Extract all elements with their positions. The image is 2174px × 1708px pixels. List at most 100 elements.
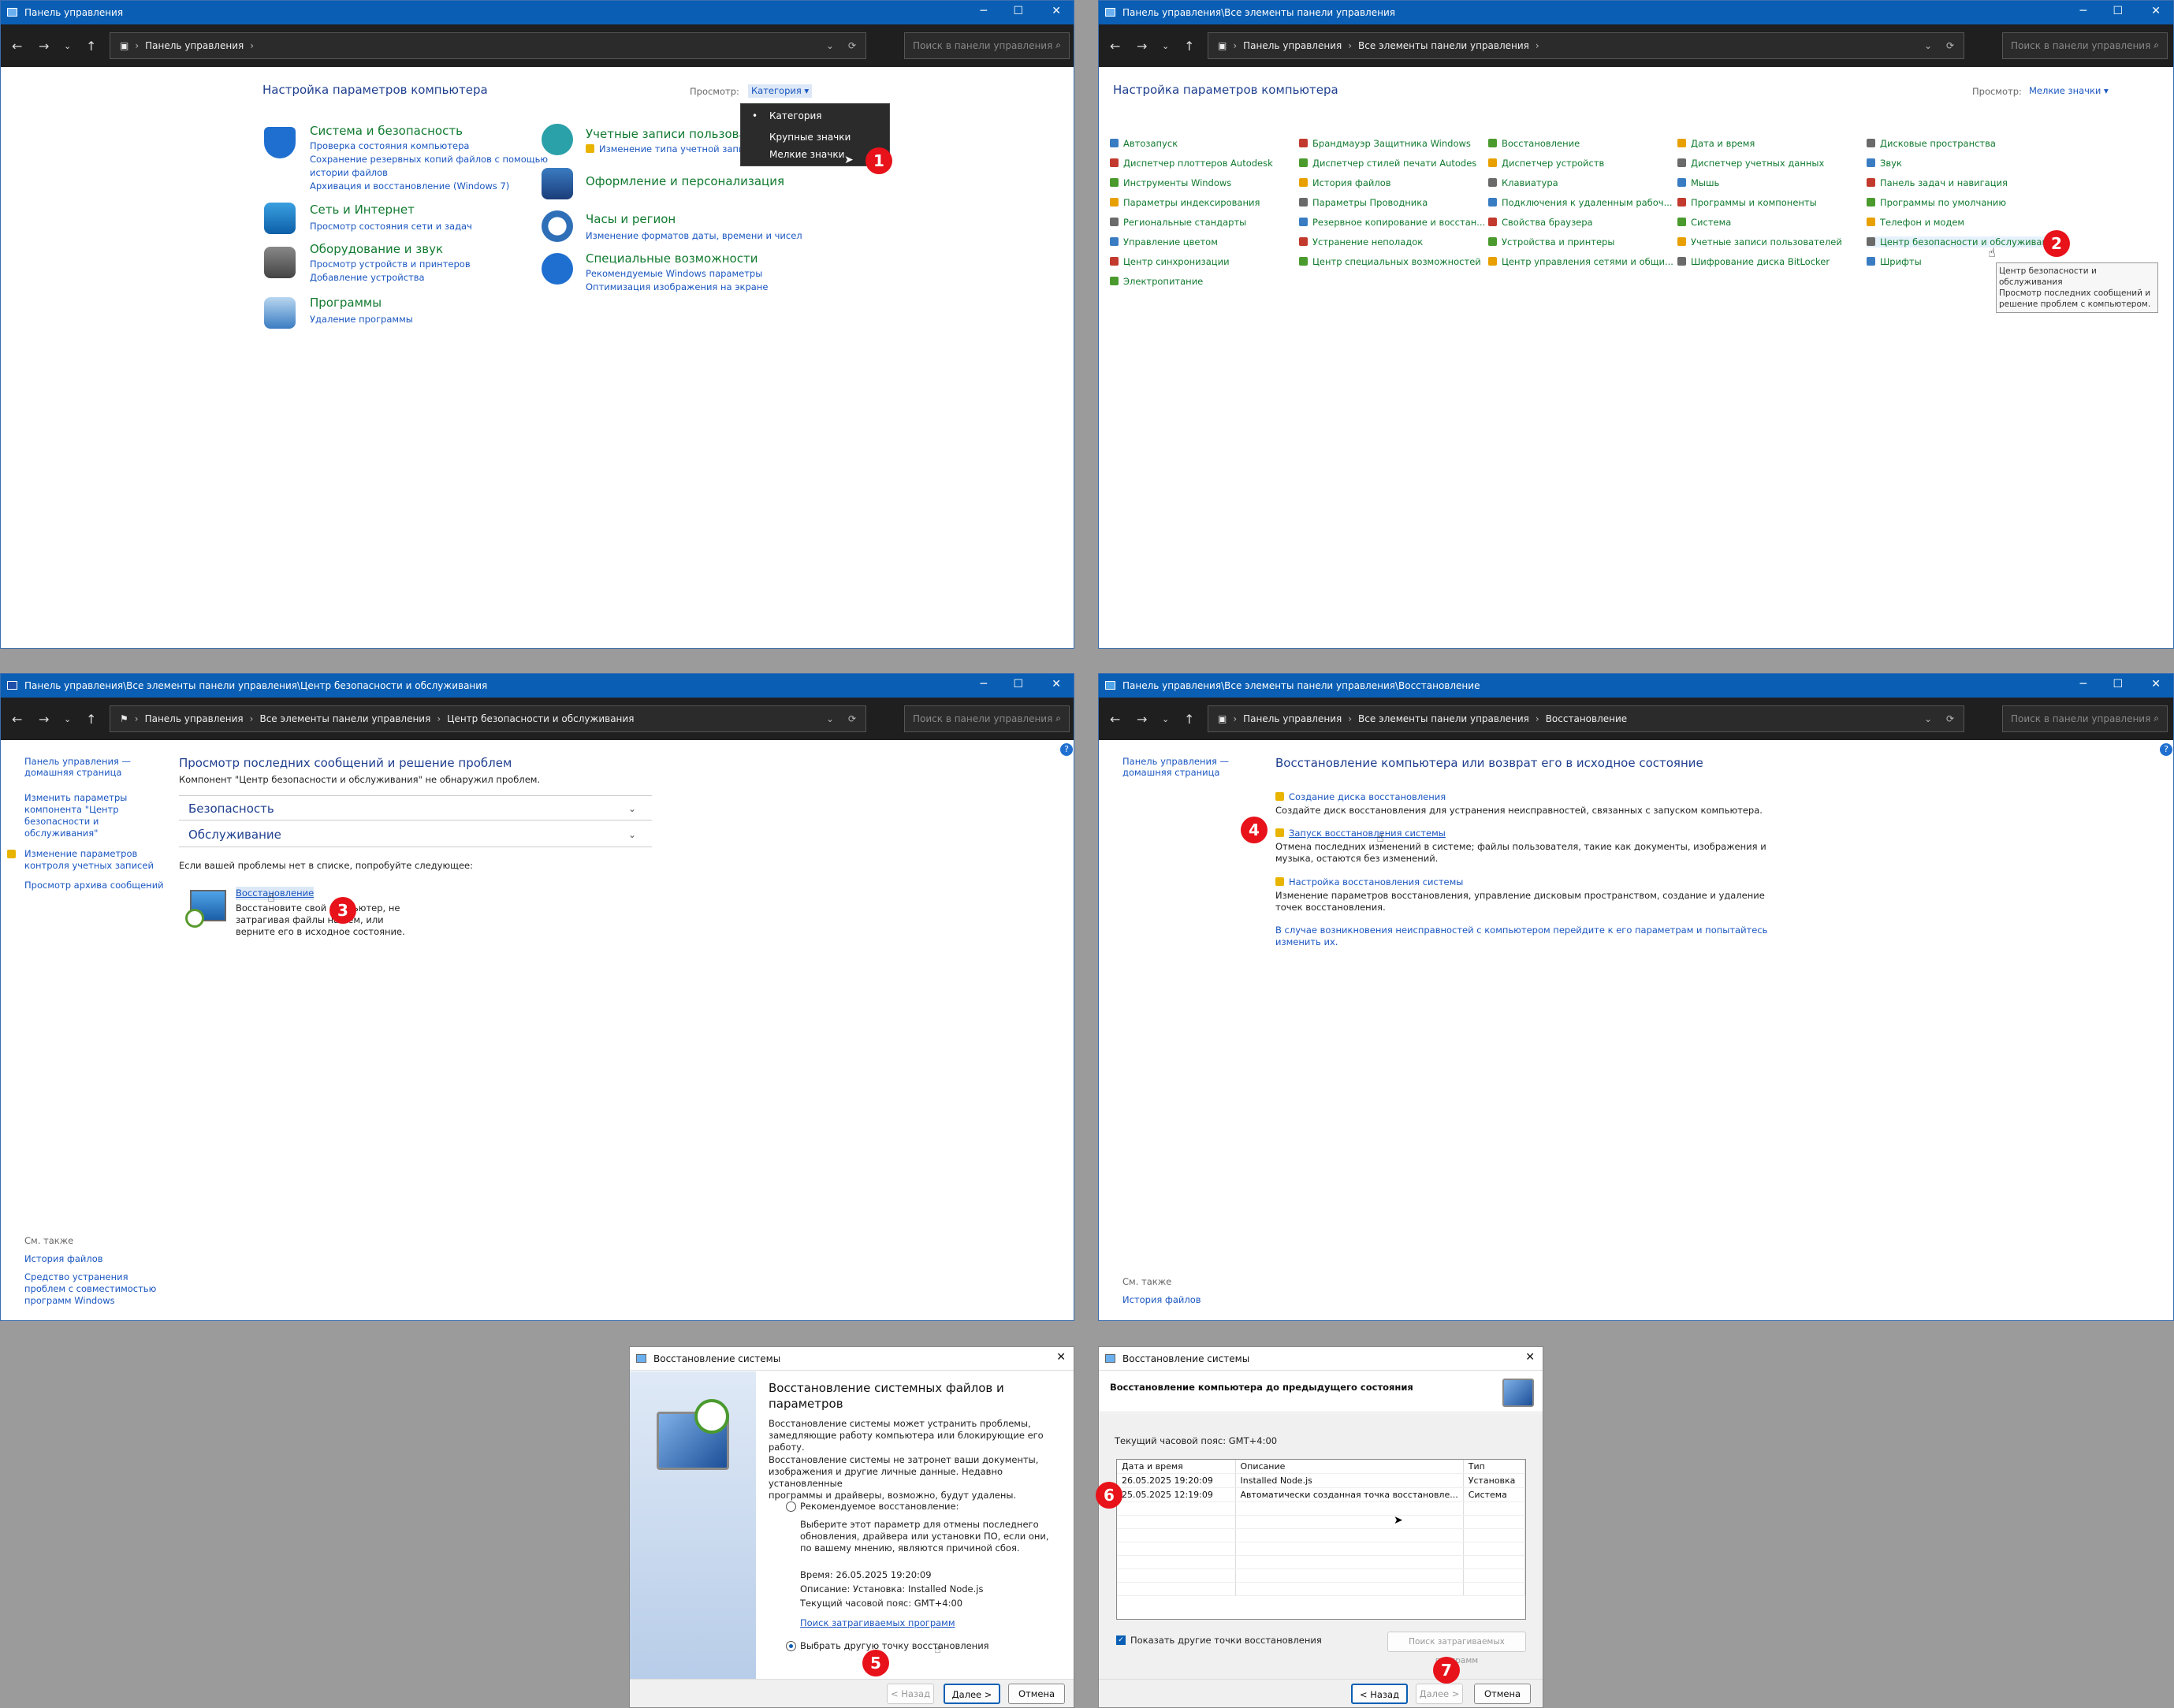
refresh-icon[interactable]: ⟳ [1946,713,1954,724]
table-row[interactable]: 26.05.2025 19:20:09 Installed Node.js Уста… [1117,1473,1526,1488]
link[interactable]: Сохранение резервных копий файлов с помо… [310,153,548,166]
breadcrumb[interactable]: Панель управления [145,713,244,724]
cp-item[interactable]: Региональные стандарты [1110,217,1246,228]
sidebar-home[interactable]: Панель управления — домашняя страница [24,756,158,778]
address-field[interactable]: ▣ › Панель управления › Все элементы панели … [1208,32,1964,59]
back-icon[interactable]: ← [12,39,22,54]
category-clock-region[interactable]: Часы и регион [586,212,676,226]
sidebar-change-settings[interactable]: Изменить параметры компонента "Центр безоп… [24,792,127,839]
cp-item[interactable]: Свойства браузера [1488,217,1593,228]
title-bar[interactable]: Панель управления\Все элементы панели уп… [1099,1,2173,24]
help-icon[interactable]: ? [2160,743,2172,756]
reset-link[interactable]: В случае возникновения неисправностей с … [1275,925,1767,948]
up-icon[interactable]: ↑ [86,712,96,727]
cp-item[interactable]: Электропитание [1110,276,1203,287]
address-field[interactable]: ⚑ › Панель управления › Все элементы панели … [110,705,866,732]
see-also-file-history[interactable]: История файлов [24,1252,103,1266]
cp-item[interactable]: Диспетчер плоттеров Autodesk [1110,158,1273,169]
close-icon[interactable]: ✕ [1056,1350,1066,1364]
show-more-checkbox[interactable]: ✓ [1116,1635,1126,1645]
back-button[interactable]: < Назад [1351,1684,1408,1704]
breadcrumb[interactable]: Все элементы панели управления [259,713,430,724]
cp-item[interactable]: Параметры индексирования [1110,197,1260,208]
category-hardware-sound[interactable]: Оборудование и звук [310,242,443,256]
cp-item[interactable]: История файлов [1299,177,1391,188]
section-maintenance[interactable]: Обслуживание ⌄ [179,822,652,847]
menu-item-small-icons[interactable]: Мелкие значки [769,149,844,160]
cp-item[interactable]: Шифрование диска BitLocker [1677,256,1830,267]
view-dropdown[interactable]: Мелкие значки ▾ [2029,84,2109,98]
maximize-icon[interactable]: ☐ [1013,4,1023,18]
see-also-file-history[interactable]: История файлов [1122,1293,1201,1307]
address-field[interactable]: ▣ › Панель управления › Все элементы панели … [1208,705,1964,732]
breadcrumb[interactable]: Все элементы панели управления [1358,40,1529,51]
view-dropdown[interactable]: Категория ▾ [748,84,813,98]
recent-chevron-icon[interactable]: ⌄ [1162,41,1169,51]
section-security[interactable]: Безопасность ⌄ [179,795,652,821]
menu-item-category[interactable]: Категория [769,110,822,121]
address-dropdown-icon[interactable]: ⌄ [1924,40,1932,51]
cp-item[interactable]: Центр специальных возможностей [1299,256,1481,267]
cp-item[interactable]: Центр безопасности и обслуживан [1867,236,2049,247]
search-input[interactable]: Поиск в панели управления ⌕ [2002,705,2168,732]
restore-points-table[interactable]: Дата и время Описание Тип 26.05.2025 19:20… [1116,1459,1526,1620]
cp-item[interactable]: Автозапуск [1110,138,1178,149]
link[interactable]: Архивация и восстановление (Windows 7) [310,180,509,193]
category-system-security[interactable]: Система и безопасность [310,124,463,138]
radio-choose-other-label[interactable]: Выбрать другую точку восстановления [800,1640,989,1652]
link[interactable]: Добавление устройства [310,271,425,285]
back-icon[interactable]: ← [1110,39,1120,54]
category-user-accounts[interactable]: Учетные записи пользовате [586,127,761,141]
link[interactable]: Проверка состояния компьютера [310,140,469,153]
recent-chevron-icon[interactable]: ⌄ [64,41,71,51]
title-bar[interactable]: Восстановление системы ✕ [1099,1347,1543,1371]
address-dropdown-icon[interactable]: ⌄ [826,40,834,51]
cp-item[interactable]: Звук [1867,158,1902,169]
search-input[interactable]: Поиск в панели управления ⌕ [904,705,1070,732]
recent-chevron-icon[interactable]: ⌄ [64,714,71,724]
cp-item[interactable]: Диспетчер учетных данных [1677,158,1824,169]
link[interactable]: Изменение форматов даты, времени и чисел [586,229,802,243]
cp-item[interactable]: Мышь [1677,177,1719,188]
close-icon[interactable]: ✕ [2151,677,2161,691]
help-icon[interactable]: ? [1060,743,1073,756]
menu-item-large-icons[interactable]: Крупные значки [769,132,851,143]
category-programs[interactable]: Программы [310,296,382,310]
link[interactable]: Удаление программы [310,313,413,326]
next-button[interactable]: Далее > [1416,1684,1463,1704]
close-icon[interactable]: ✕ [1525,1350,1535,1364]
cp-item[interactable]: Центр синхронизации [1110,256,1230,267]
title-bar[interactable]: Панель управления\Все элементы панели уп… [1,674,1074,698]
breadcrumb[interactable]: Центр безопасности и обслуживания [447,713,634,724]
back-icon[interactable]: ← [1110,712,1120,727]
breadcrumb[interactable]: Панель управления [1243,40,1342,51]
cp-item[interactable]: Система [1677,217,1731,228]
search-input[interactable]: Поиск в панели управления ⌕ [904,32,1070,59]
col-datetime[interactable]: Дата и время [1117,1460,1236,1474]
create-recovery-drive[interactable]: Создание диска восстановления [1275,791,1446,804]
breadcrumb[interactable]: Панель управления [1243,713,1342,724]
close-icon[interactable]: ✕ [2151,4,2161,18]
cp-item[interactable]: Центр управления сетями и общи... [1488,256,1673,267]
cp-item[interactable]: Управление цветом [1110,236,1218,247]
minimize-icon[interactable]: ─ [2080,677,2087,691]
title-bar[interactable]: Восстановление системы ✕ [630,1347,1074,1371]
scan-affected-programs-link[interactable]: Поиск затрагиваемых программ [800,1617,955,1630]
address-field[interactable]: ▣ › Панель управления › ⌄ ⟳ [110,32,866,59]
forward-icon[interactable]: → [1137,712,1147,727]
up-icon[interactable]: ↑ [1184,712,1194,727]
table-row[interactable]: 25.05.2025 12:19:09 Автоматически созданн… [1117,1487,1526,1502]
category-appearance[interactable]: Оформление и персонализация [586,174,784,188]
breadcrumb[interactable]: Восстановление [1546,713,1627,724]
cp-item[interactable]: Шрифты [1867,256,1922,267]
show-more-label[interactable]: Показать другие точки восстановления [1130,1635,1322,1647]
address-dropdown-icon[interactable]: ⌄ [826,713,834,724]
recent-chevron-icon[interactable]: ⌄ [1162,714,1169,724]
link[interactable]: Просмотр состояния сети и задач [310,220,472,233]
cancel-button[interactable]: Отмена [1474,1684,1531,1704]
maximize-icon[interactable]: ☐ [2113,677,2123,691]
forward-icon[interactable]: → [39,712,49,727]
cp-item[interactable]: Параметры Проводника [1299,197,1428,208]
cp-item[interactable]: Панель задач и навигация [1867,177,2008,188]
radio-recommended-label[interactable]: Рекомендуемое восстановление: [800,1501,959,1513]
